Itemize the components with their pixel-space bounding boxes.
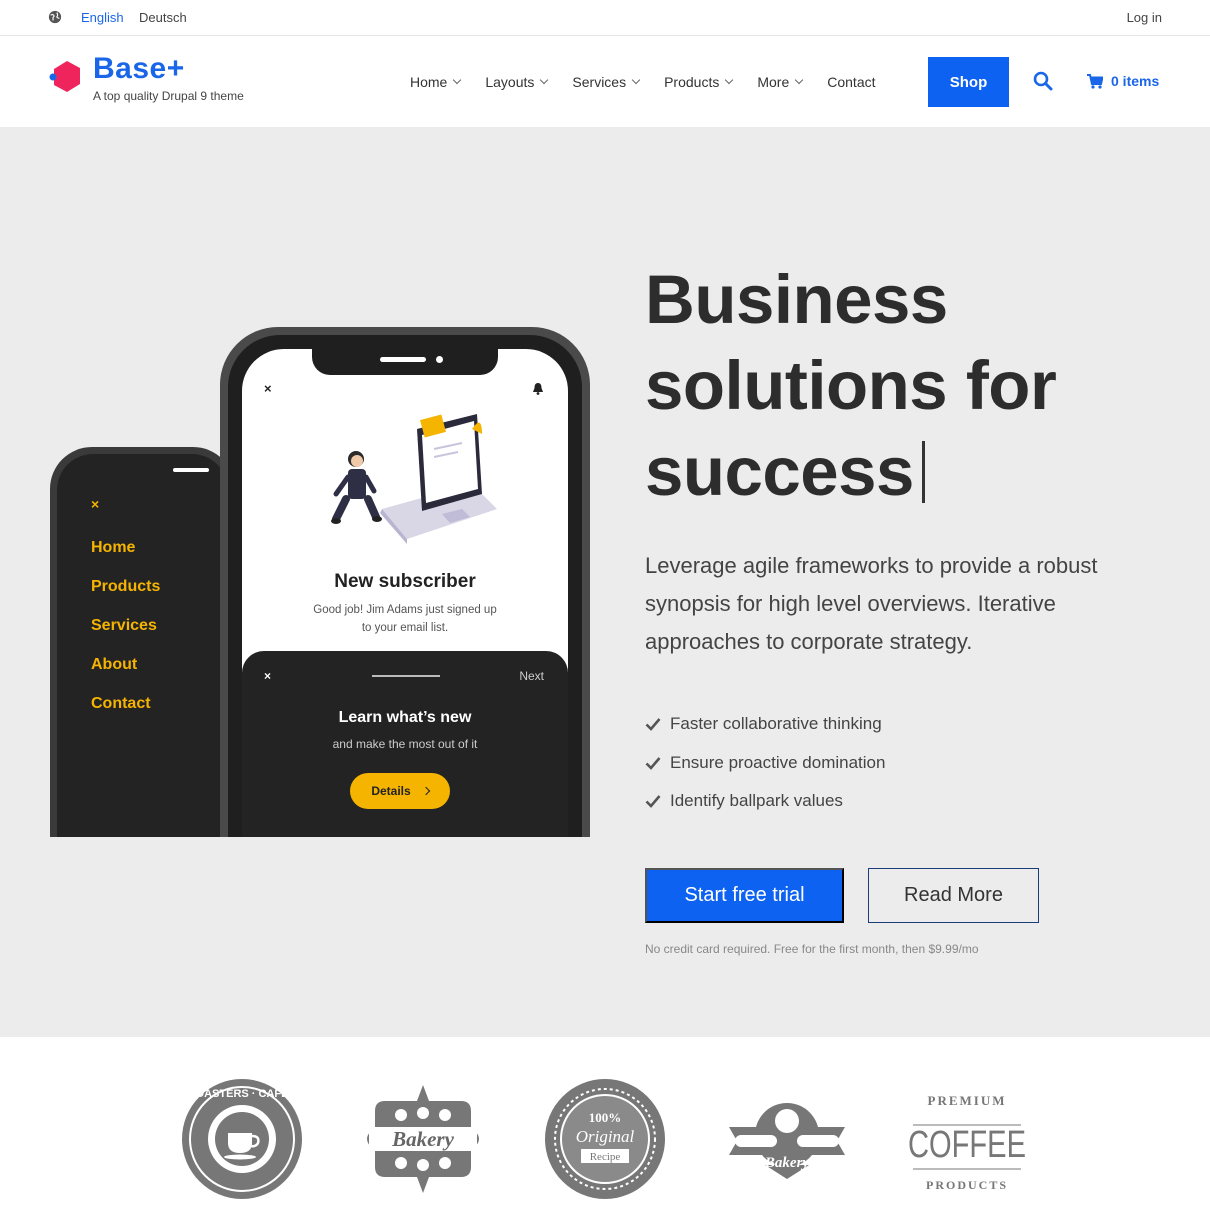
checklist-item: Faster collaborative thinking: [645, 705, 885, 744]
check-icon: [645, 756, 661, 770]
search-icon[interactable]: [1033, 71, 1053, 91]
headline-line: Business: [645, 261, 948, 338]
bell-icon: [533, 383, 543, 395]
close-icon: ×: [91, 496, 100, 512]
details-label: Details: [371, 784, 411, 798]
nav-item-more[interactable]: More: [757, 74, 804, 90]
language-english-link[interactable]: English: [81, 10, 124, 25]
chevron-down-icon: [540, 75, 549, 85]
nav-item-services[interactable]: Services: [572, 74, 641, 90]
hero-section: × Home Products Services About Contact ×…: [0, 127, 1210, 1037]
check-icon: [645, 795, 661, 809]
globe-icon: [48, 10, 62, 24]
back-phone: × Home Products Services About Contact: [50, 447, 235, 837]
mockup-menu-item: Services: [91, 617, 157, 634]
notification-text: Good job! Jim Adams just signed up to yo…: [313, 604, 497, 634]
brand-name[interactable]: Base+: [93, 52, 185, 86]
close-icon: ×: [264, 669, 272, 683]
headline-line: success: [645, 433, 914, 510]
original-recipe-badge-icon: 100% Original Recipe: [545, 1079, 665, 1199]
front-phone-bezel: × New subscriber Good job! Jim Adams jus…: [228, 335, 582, 837]
headline-line: solutions for: [645, 347, 1057, 424]
svg-text:PRODUCTS: PRODUCTS: [926, 1178, 1008, 1192]
camera-dot: [436, 356, 443, 363]
checklist-label: Identify ballpark values: [670, 791, 843, 811]
badge-text: COFFEE ROASTERS · CAFE & BISTRO: [180, 1088, 304, 1100]
checklist-label: Faster collaborative thinking: [670, 714, 882, 734]
cart-link[interactable]: 0 items: [1087, 73, 1159, 89]
mockup-menu-item: About: [91, 656, 138, 673]
speaker-bar: [380, 357, 426, 362]
logo-mark-icon[interactable]: [47, 59, 83, 95]
site-header: Base+ A top quality Drupal 9 theme Home …: [0, 37, 1210, 127]
nav-item-contact[interactable]: Contact: [827, 74, 875, 90]
hero-lede: Leverage agile frameworks to provide a r…: [645, 553, 1098, 654]
cart-icon: [1087, 73, 1103, 89]
nav-label: Services: [572, 74, 627, 90]
svg-text:100%: 100%: [589, 1110, 622, 1125]
start-free-trial-button[interactable]: Start free trial: [645, 868, 844, 923]
mockup-menu: Home Products Services About Contact: [91, 539, 160, 734]
login-link[interactable]: Log in: [1127, 10, 1162, 25]
panel-divider: [372, 675, 440, 677]
shop-button[interactable]: Shop: [928, 57, 1009, 107]
chevron-down-icon: [453, 75, 462, 85]
mockup-menu-item: Contact: [91, 695, 151, 712]
nav-label: Contact: [827, 74, 876, 90]
front-phone-screen: × New subscriber Good job! Jim Adams jus…: [242, 349, 568, 837]
back-phone-notch: [173, 468, 209, 472]
bakery-ribbon-badge-icon: Bakery: [729, 1103, 845, 1179]
premium-coffee-badge-icon: PREMIUM COFFEE PRODUCTS: [908, 1093, 1026, 1192]
chevron-down-icon: [631, 75, 641, 85]
svg-text:COFFEE: COFFEE: [908, 1124, 1026, 1166]
mockup-details-button: Details: [350, 773, 450, 809]
phone-notch: [312, 349, 498, 375]
nav-item-layouts[interactable]: Layouts: [485, 74, 549, 90]
nav-item-products[interactable]: Products: [664, 74, 734, 90]
mockup-menu-item: Home: [91, 539, 136, 556]
read-more-button[interactable]: Read More: [868, 868, 1039, 923]
nav-label: More: [757, 74, 790, 90]
phone-mockup-image: × Home Products Services About Contact ×…: [50, 327, 590, 837]
mockup-info-panel: × Next Learn what’s new and make the mos…: [242, 651, 568, 837]
panel-title: Learn what’s new: [338, 709, 472, 726]
svg-text:Bakery: Bakery: [764, 1155, 810, 1171]
chevron-down-icon: [725, 75, 734, 85]
checklist-item: Ensure proactive domination: [645, 744, 885, 783]
laptop-woman-illustration: [331, 414, 497, 544]
hero-headline: Business solutions for success: [645, 257, 1185, 515]
fine-print: No credit card required. Free for the fi…: [645, 942, 979, 956]
cart-count: 0 items: [1111, 73, 1160, 89]
nav-item-home[interactable]: Home: [410, 74, 462, 90]
nav-label: Layouts: [485, 74, 535, 90]
checklist-item: Identify ballpark values: [645, 782, 885, 821]
mockup-menu-item: Products: [91, 578, 161, 595]
svg-text:Original: Original: [576, 1127, 635, 1146]
svg-text:Recipe: Recipe: [590, 1151, 621, 1163]
checklist-label: Ensure proactive domination: [670, 752, 886, 772]
chevron-right-icon: [421, 786, 430, 796]
nav-label: Home: [410, 74, 448, 90]
brand-tagline: A top quality Drupal 9 theme: [93, 89, 244, 103]
svg-text:Bakery: Bakery: [391, 1127, 455, 1151]
back-phone-screen: × Home Products Services About Contact: [57, 454, 228, 837]
check-icon: [645, 718, 661, 732]
coffee-roasters-badge-icon: COFFEE ROASTERS · CAFE & BISTRO: [180, 1079, 304, 1199]
feature-checklist: Faster collaborative thinking Ensure pro…: [645, 705, 885, 821]
notification-title: New subscriber: [334, 571, 476, 592]
bakery-badge-icon: Bakery: [367, 1085, 479, 1193]
client-logos: COFFEE ROASTERS · CAFE & BISTRO Bakery 1…: [0, 1037, 1210, 1210]
language-deutsch-link[interactable]: Deutsch: [139, 10, 187, 25]
typing-cursor: [921, 441, 925, 503]
nav-label: Products: [664, 74, 720, 90]
top-bar: English Deutsch Log in: [0, 0, 1210, 36]
panel-text: and make the most out of it: [332, 737, 478, 751]
front-phone: × New subscriber Good job! Jim Adams jus…: [220, 327, 590, 837]
chevron-down-icon: [795, 75, 804, 85]
main-nav: Home Layouts Services Products More Cont…: [410, 74, 901, 90]
close-icon: ×: [264, 381, 272, 396]
panel-next-label: Next: [519, 669, 544, 683]
svg-text:PREMIUM: PREMIUM: [928, 1093, 1007, 1108]
